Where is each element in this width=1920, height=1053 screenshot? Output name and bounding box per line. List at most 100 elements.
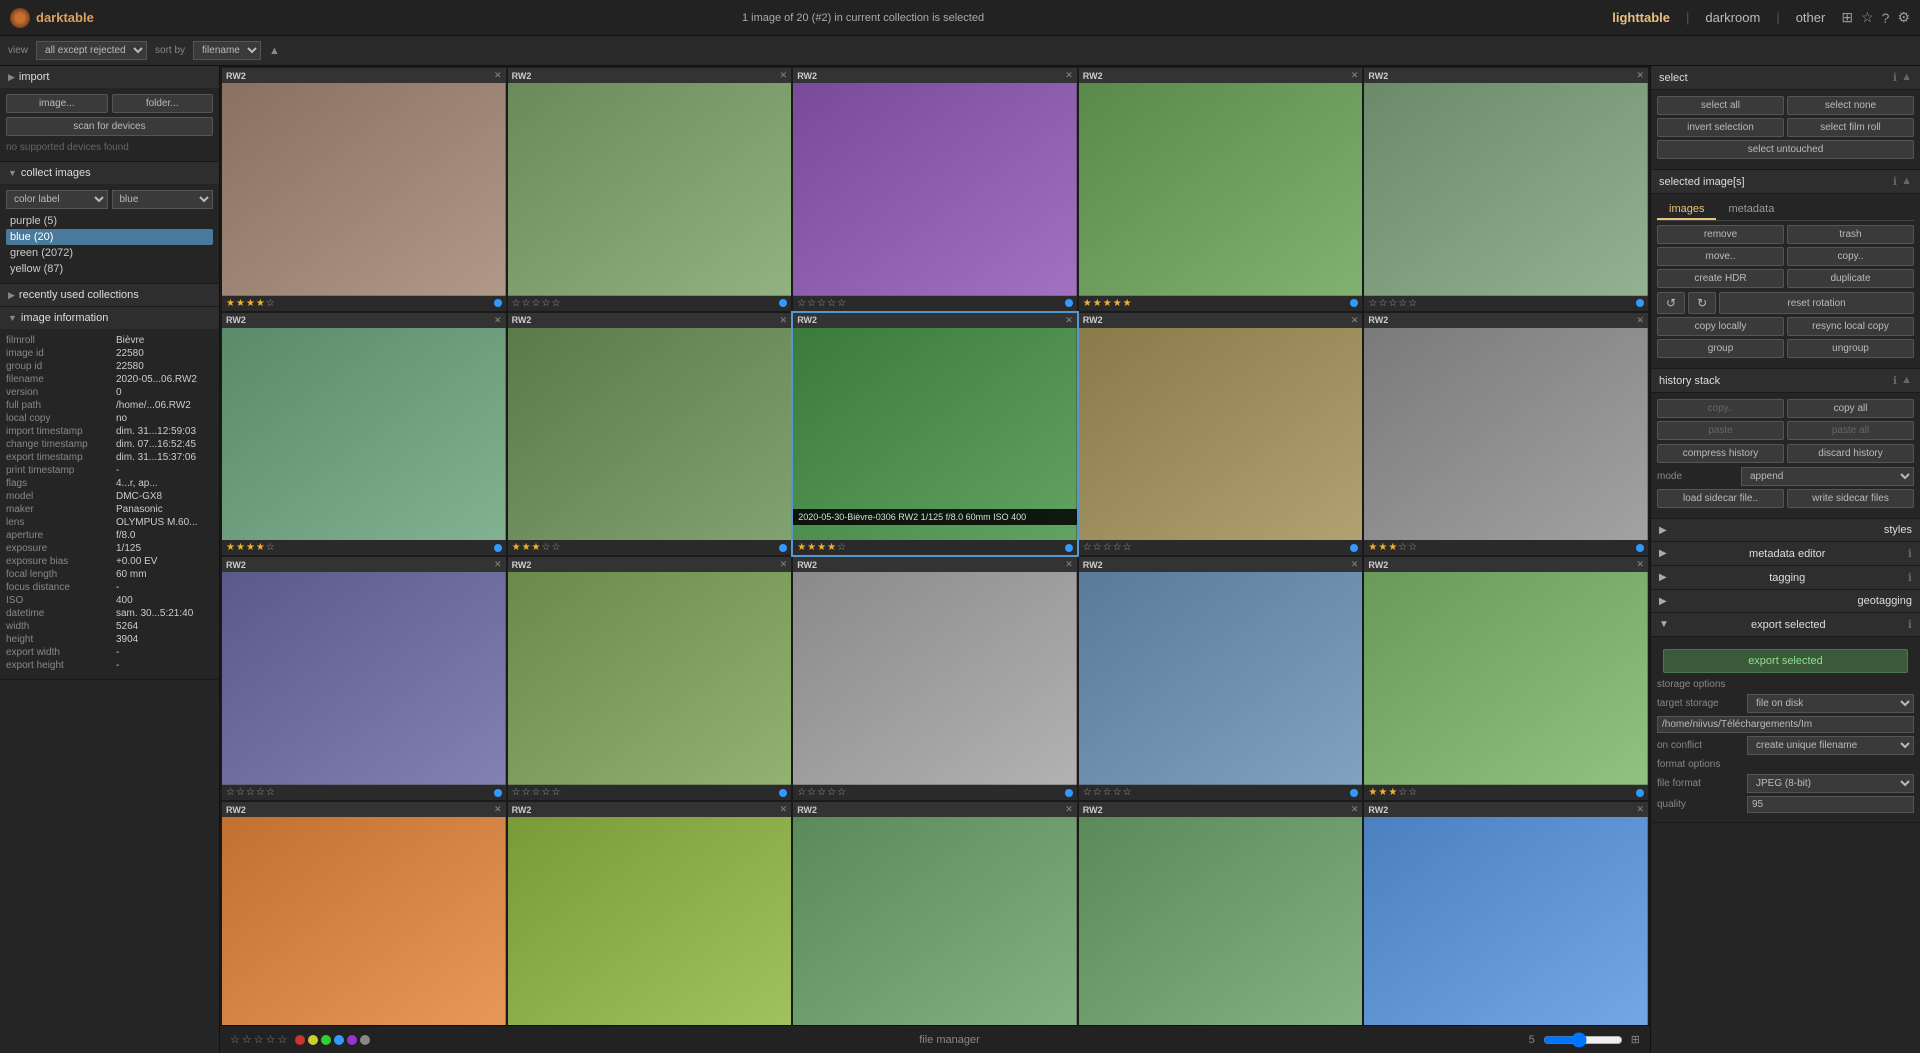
- invert-selection-btn[interactable]: invert selection: [1657, 118, 1784, 137]
- star-9-1[interactable]: ★: [1368, 542, 1377, 553]
- star-7-1[interactable]: ★: [797, 542, 806, 553]
- mode-select[interactable]: append: [1741, 467, 1914, 486]
- photo-cell-5[interactable]: RW2 ✕★★★★☆: [222, 313, 506, 556]
- star-7-4[interactable]: ★: [827, 542, 836, 553]
- star-2-2[interactable]: ☆: [807, 298, 816, 309]
- reject-icon-2[interactable]: ✕: [1065, 70, 1073, 81]
- star-2-1[interactable]: ☆: [797, 298, 806, 309]
- select-arrow[interactable]: ▲: [1901, 71, 1912, 84]
- reject-icon-11[interactable]: ✕: [780, 559, 788, 570]
- collect-item-green[interactable]: green (2072): [6, 245, 213, 261]
- sort-direction-icon[interactable]: ▲: [269, 45, 280, 57]
- star-filter-icon2[interactable]: ☆: [242, 1033, 252, 1046]
- tab-metadata[interactable]: metadata: [1716, 200, 1786, 220]
- star-6-4[interactable]: ☆: [542, 542, 551, 553]
- export-info-icon[interactable]: ℹ: [1908, 618, 1912, 631]
- load-sidecar-btn[interactable]: load sidecar file..: [1657, 489, 1784, 508]
- star-row-3[interactable]: ★★★★★: [1083, 298, 1132, 309]
- star-3-1[interactable]: ★: [1083, 298, 1092, 309]
- star-10-5[interactable]: ☆: [266, 787, 275, 798]
- star-5-4[interactable]: ★: [256, 542, 265, 553]
- group-btn[interactable]: group: [1657, 339, 1784, 358]
- photo-cell-11[interactable]: RW2 ✕☆☆☆☆☆: [508, 557, 792, 800]
- star-3-4[interactable]: ★: [1113, 298, 1122, 309]
- photo-cell-0[interactable]: RW2 ✕★★★★☆: [222, 68, 506, 311]
- trash-btn[interactable]: trash: [1787, 225, 1914, 244]
- reject-icon-15[interactable]: ✕: [494, 804, 502, 815]
- copy-btn[interactable]: copy..: [1787, 247, 1914, 266]
- star-1-4[interactable]: ☆: [542, 298, 551, 309]
- star-11-5[interactable]: ☆: [551, 787, 560, 798]
- star-11-3[interactable]: ☆: [532, 787, 541, 798]
- photo-cell-16[interactable]: RW2 ✕☆☆☆☆☆: [508, 802, 792, 1025]
- star-4-2[interactable]: ☆: [1378, 298, 1387, 309]
- star-0-1[interactable]: ★: [226, 298, 235, 309]
- export-selected-header[interactable]: ▼ export selected ℹ: [1651, 613, 1920, 637]
- star-row-2[interactable]: ☆☆☆☆☆: [797, 298, 846, 309]
- file-format-select[interactable]: JPEG (8-bit): [1747, 774, 1914, 793]
- reject-icon-3[interactable]: ✕: [1351, 70, 1359, 81]
- select-film-roll-btn[interactable]: select film roll: [1787, 118, 1914, 137]
- collect-item-purple[interactable]: purple (5): [6, 213, 213, 229]
- star-7-3[interactable]: ★: [817, 542, 826, 553]
- copy-locally-btn[interactable]: copy locally: [1657, 317, 1784, 336]
- photo-cell-6[interactable]: RW2 ✕★★★☆☆: [508, 313, 792, 556]
- create-hdr-btn[interactable]: create HDR: [1657, 269, 1784, 288]
- settings-icon[interactable]: ⚙: [1897, 9, 1910, 26]
- star-4-4[interactable]: ☆: [1398, 298, 1407, 309]
- history-paste-all-btn[interactable]: paste all: [1787, 421, 1914, 440]
- target-storage-select[interactable]: file on disk: [1747, 694, 1914, 713]
- star-14-3[interactable]: ★: [1388, 787, 1397, 798]
- tagging-header[interactable]: ▶ tagging ℹ: [1651, 566, 1920, 590]
- metadata-editor-header[interactable]: ▶ metadata editor ℹ: [1651, 542, 1920, 566]
- tagging-info-icon[interactable]: ℹ: [1908, 571, 1912, 584]
- star-14-5[interactable]: ☆: [1408, 787, 1417, 798]
- photo-cell-8[interactable]: RW2 ✕☆☆☆☆☆: [1079, 313, 1363, 556]
- collect-images-header[interactable]: ▼ collect images: [0, 162, 219, 184]
- star-8-4[interactable]: ☆: [1113, 542, 1122, 553]
- star-8-3[interactable]: ☆: [1103, 542, 1112, 553]
- select-header[interactable]: select ℹ ▲: [1651, 66, 1920, 90]
- star-2-5[interactable]: ☆: [837, 298, 846, 309]
- reject-icon-19[interactable]: ✕: [1636, 804, 1644, 815]
- photo-cell-2[interactable]: RW2 ✕☆☆☆☆☆: [793, 68, 1077, 311]
- star-4-5[interactable]: ☆: [1408, 298, 1417, 309]
- reject-icon-0[interactable]: ✕: [494, 70, 502, 81]
- history-arrow[interactable]: ▲: [1901, 374, 1912, 387]
- reject-icon-14[interactable]: ✕: [1636, 559, 1644, 570]
- star-7-5[interactable]: ☆: [837, 542, 846, 553]
- select-all-btn[interactable]: select all: [1657, 96, 1784, 115]
- star-4-3[interactable]: ☆: [1388, 298, 1397, 309]
- star-13-5[interactable]: ☆: [1123, 787, 1132, 798]
- star-1-1[interactable]: ☆: [512, 298, 521, 309]
- ungroup-btn[interactable]: ungroup: [1787, 339, 1914, 358]
- selected-images-header[interactable]: selected image[s] ℹ ▲: [1651, 170, 1920, 194]
- star-icon[interactable]: ☆: [1861, 9, 1874, 26]
- compress-history-btn[interactable]: compress history: [1657, 444, 1784, 463]
- selected-images-arrow[interactable]: ▲: [1901, 175, 1912, 188]
- photo-cell-10[interactable]: RW2 ✕☆☆☆☆☆: [222, 557, 506, 800]
- filter-select[interactable]: all except rejected: [36, 41, 147, 60]
- reject-icon-5[interactable]: ✕: [494, 315, 502, 326]
- star-1-3[interactable]: ☆: [532, 298, 541, 309]
- select-none-btn[interactable]: select none: [1787, 96, 1914, 115]
- star-row-13[interactable]: ☆☆☆☆☆: [1083, 787, 1132, 798]
- star-row-9[interactable]: ★★★☆☆: [1368, 542, 1417, 553]
- selected-images-info-icon[interactable]: ℹ: [1893, 175, 1897, 188]
- star-10-4[interactable]: ☆: [256, 787, 265, 798]
- star-12-3[interactable]: ☆: [817, 787, 826, 798]
- star-8-5[interactable]: ☆: [1123, 542, 1132, 553]
- star-11-2[interactable]: ☆: [522, 787, 531, 798]
- star-filter-icon3[interactable]: ☆: [254, 1033, 264, 1046]
- star-0-4[interactable]: ★: [256, 298, 265, 309]
- star-filter-icon4[interactable]: ☆: [266, 1033, 276, 1046]
- import-header[interactable]: ▶ import: [0, 66, 219, 88]
- star-1-2[interactable]: ☆: [522, 298, 531, 309]
- star-row-6[interactable]: ★★★☆☆: [512, 542, 561, 553]
- reject-icon-8[interactable]: ✕: [1351, 315, 1359, 326]
- star-10-2[interactable]: ☆: [236, 787, 245, 798]
- grid-icon[interactable]: ⊞: [1841, 9, 1853, 26]
- star-2-4[interactable]: ☆: [827, 298, 836, 309]
- star-9-5[interactable]: ☆: [1408, 542, 1417, 553]
- geotagging-header[interactable]: ▶ geotagging: [1651, 590, 1920, 613]
